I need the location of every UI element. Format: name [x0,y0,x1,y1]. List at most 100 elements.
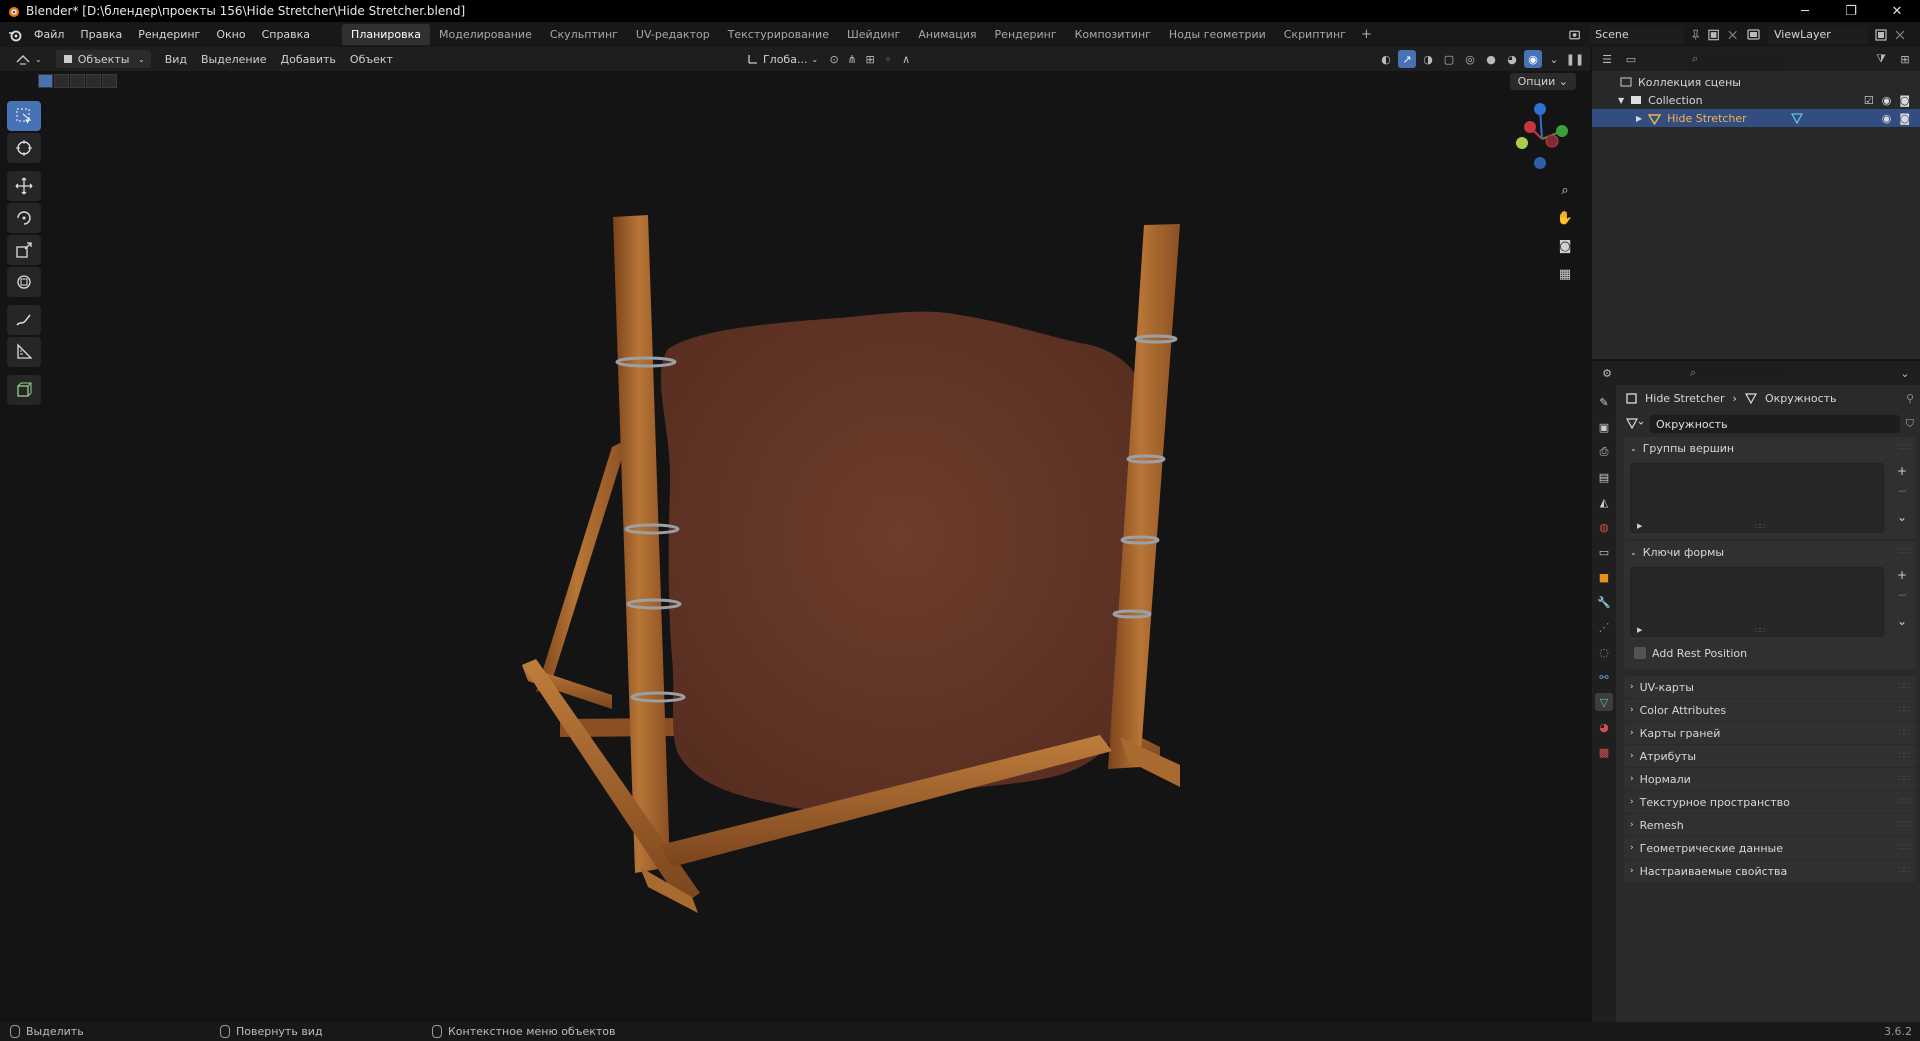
view-layer-name-field[interactable]: ViewLayer [1768,25,1868,44]
collection-tab-icon[interactable]: ▭ [1595,543,1613,561]
menu-render[interactable]: Рендеринг [130,28,208,41]
tab-modeling[interactable]: Моделирование [430,24,541,45]
measure-tool[interactable] [7,337,41,367]
drag-handle-icon[interactable]: ∷∷ [1899,774,1910,784]
visibility-eye-icon[interactable]: ◉ [1882,94,1892,107]
gizmo-neg-y-icon[interactable] [1516,137,1528,149]
view-layer-tab-icon[interactable]: ▤ [1595,468,1613,486]
filter-icon[interactable]: ⧩ [1872,50,1890,68]
gizmo-x-axis-icon[interactable] [1524,121,1536,133]
drag-handle-icon[interactable]: ∷∷ [1899,443,1910,453]
display-mode-icon[interactable]: ▭ [1622,50,1640,68]
view-layer-icon[interactable] [1746,28,1762,42]
outliner-scene-collection[interactable]: Коллекция сцены [1592,73,1920,91]
gizmo-neg-z-icon[interactable] [1534,157,1546,169]
face-maps-panel[interactable]: › Карты граней ∷∷ [1624,722,1916,744]
select-box-tool[interactable] [7,101,41,131]
mesh-name-field[interactable]: Окружность [1650,415,1900,433]
scene-name-field[interactable]: Scene [1589,25,1685,44]
tab-shading[interactable]: Шейдинг [838,24,909,45]
custom-properties-panel[interactable]: › Настраиваемые свойства ∷∷ [1624,860,1916,882]
drag-handle-icon[interactable]: ∷∷ [1899,843,1910,853]
delete-view-layer-icon[interactable] [1894,29,1906,41]
texture-tab-icon[interactable]: ▩ [1595,743,1613,761]
tab-uv-editing[interactable]: UV-редактор [627,24,719,45]
list-filter-arrow-icon[interactable]: ▶ [1637,626,1642,634]
blender-menu-button[interactable] [4,28,26,42]
physics-tab-icon[interactable]: ◌ [1595,643,1613,661]
render-camera-icon[interactable]: ◙ [1899,94,1910,107]
resize-grip-icon[interactable]: ∷∷ [1755,626,1765,635]
fake-user-shield-icon[interactable]: ⛉ [1906,417,1914,431]
remove-vertex-group-button[interactable]: − [1894,483,1910,499]
vertex-group-specials-icon[interactable]: ⌄ [1894,509,1910,525]
drag-handle-icon[interactable]: ∷∷ [1899,547,1910,557]
pin-icon[interactable] [1690,29,1701,41]
vertex-groups-list[interactable]: ▶ ∷∷ [1630,463,1884,533]
tab-layout[interactable]: Планировка [342,24,431,45]
gizmo-y-axis-icon[interactable] [1556,125,1568,137]
drag-handle-icon[interactable]: ∷∷ [1899,751,1910,761]
new-view-layer-icon[interactable] [1874,28,1888,42]
transform-tool[interactable] [7,267,41,297]
shape-key-specials-icon[interactable]: ⌄ [1894,613,1910,629]
drag-handle-icon[interactable]: ∷∷ [1899,728,1910,738]
attributes-panel[interactable]: › Атрибуты ∷∷ [1624,745,1916,767]
constraints-tab-icon[interactable]: ⚯ [1595,668,1613,686]
add-rest-position-checkbox[interactable] [1634,647,1646,659]
add-cube-tool[interactable] [7,375,41,405]
mesh-data-icon[interactable] [1790,112,1803,124]
normals-panel[interactable]: › Нормали ∷∷ [1624,768,1916,790]
tab-sculpting[interactable]: Скульптинг [541,24,627,45]
outliner-collection[interactable]: ▼ Collection ☑ ◉ ◙ [1592,91,1920,109]
list-filter-arrow-icon[interactable]: ▶ [1637,522,1642,530]
resize-grip-icon[interactable]: ∷∷ [1755,522,1765,531]
particles-tab-icon[interactable]: ⋰ [1595,618,1613,636]
move-tool[interactable] [7,171,41,201]
minimize-button[interactable]: ─ [1782,0,1828,22]
outliner-editor-type-icon[interactable]: ☰ [1598,50,1616,68]
expand-arrow-icon[interactable]: ▶ [1636,114,1642,123]
maximize-button[interactable]: ❐ [1828,0,1874,22]
delete-scene-icon[interactable] [1727,29,1738,41]
modifier-tab-icon[interactable]: 🔧 [1595,593,1613,611]
drag-handle-icon[interactable]: ∷∷ [1899,705,1910,715]
remove-shape-key-button[interactable]: − [1894,587,1910,603]
material-tab-icon[interactable]: ◕ [1595,718,1613,736]
pan-hand-icon[interactable]: ✋ [1554,207,1576,229]
drag-handle-icon[interactable]: ∷∷ [1899,820,1910,830]
menu-edit[interactable]: Правка [72,28,130,41]
3d-viewport[interactable]: ⌄ Объекты ⌄ Вид Выделение Добавить Объек… [0,47,1590,1022]
visibility-eye-icon[interactable]: ◉ [1882,112,1892,125]
expand-arrow-icon[interactable]: ▼ [1618,96,1624,105]
output-tab-icon[interactable]: ⎙ [1595,443,1613,461]
exclude-checkbox-icon[interactable]: ☑ [1864,94,1874,107]
menu-file[interactable]: Файл [26,28,72,41]
remesh-panel[interactable]: › Remesh ∷∷ [1624,814,1916,836]
pin-icon[interactable]: ⚲ [1906,392,1914,405]
scale-tool[interactable] [7,235,41,265]
outliner-search-input[interactable]: ⌕ [1686,50,1786,68]
tool-tab-icon[interactable]: ✎ [1595,393,1613,411]
ortho-grid-icon[interactable]: ▦ [1554,263,1576,285]
texture-space-panel[interactable]: › Текстурное пространство ∷∷ [1624,791,1916,813]
menu-help[interactable]: Справка [254,28,318,41]
cursor-tool[interactable] [7,133,41,163]
gizmo-neg-x-icon[interactable] [1545,134,1559,148]
rotate-tool[interactable] [7,203,41,233]
uv-maps-panel[interactable]: › UV-карты ∷∷ [1624,676,1916,698]
outliner-object-row[interactable]: ▶ Hide Stretcher ◉ ◙ [1592,109,1920,127]
zoom-icon[interactable]: ⌕ [1554,179,1576,201]
world-tab-icon[interactable]: ◍ [1595,518,1613,536]
add-vertex-group-button[interactable]: + [1894,463,1910,479]
annotate-tool[interactable] [7,305,41,335]
new-collection-icon[interactable]: ⊞ [1896,50,1914,68]
add-workspace-button[interactable]: + [1355,27,1378,42]
shape-keys-list[interactable]: ▶ ∷∷ [1630,567,1884,637]
properties-options-chevron-icon[interactable]: ⌄ [1896,364,1914,382]
properties-search-input[interactable]: ⌕ [1684,364,1784,382]
mesh-browse-icon[interactable] [1626,417,1644,431]
add-shape-key-button[interactable]: + [1894,567,1910,583]
vertex-groups-header[interactable]: ⌄ Группы вершин ∷∷ [1624,437,1916,459]
drag-handle-icon[interactable]: ∷∷ [1899,797,1910,807]
